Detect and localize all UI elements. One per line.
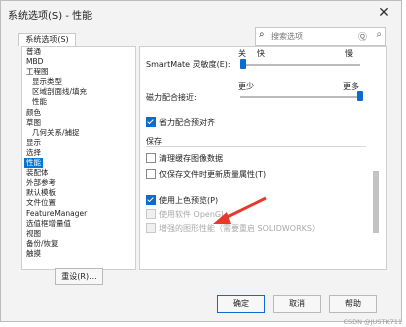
mate-slider[interactable] [240,96,360,98]
smartmate-slider[interactable] [240,64,360,66]
tree-item[interactable]: MBD [26,57,135,67]
tree-item[interactable]: 外部参考 [26,178,135,188]
tree-item[interactable]: 性能 [24,158,43,169]
help-button[interactable]: 帮助 [329,295,377,313]
save-quick-label: 省力配合预对齐 [159,118,215,127]
settings-scrollbar[interactable] [373,171,379,233]
title-bar: 系统选项(S) - 性能 ✕ [1,1,401,27]
opengl-checkbox [146,209,156,219]
smartmate-mid: 快 [257,49,265,58]
tree-item[interactable]: 颜色 [26,108,135,118]
window-title: 系统选项(S) - 性能 [8,11,93,22]
tree-item[interactable]: 视图 [26,229,135,239]
tab-system-options[interactable]: 系统选项(S) [18,33,76,46]
mate-min: 更少 [238,82,254,91]
settings-panel: SmartMate 灵敏度(E): 关 快 慢 磁力配合接近: 更少 更多 省力… [139,46,387,270]
tree-item[interactable]: 触摸 [26,249,135,259]
enhanced-checkbox [146,223,156,233]
category-tree: 普通 MBD 工程图 显示类型 区域剖面线/填充 性能 颜色 草图 几何关系/捕捉 显示 选择 性能装… [21,46,136,270]
smartmate-label: SmartMate 灵敏度(E): [146,60,231,69]
upper-color-checkbox[interactable] [146,195,156,205]
watermark: CSDN @JUSTK711 [343,318,402,326]
tree-item[interactable]: 选择 [26,148,135,158]
mate-label: 磁力配合接近: [146,93,197,102]
tree-item[interactable]: 备份/恢复 [26,239,135,249]
annotation-arrow-icon [213,196,267,224]
tree-item[interactable]: 性能 [26,97,135,107]
tree-item[interactable]: 区域剖面线/填充 [26,87,135,97]
tree-item[interactable]: 选值框增量值 [26,219,135,229]
tree-item[interactable]: 装配体 [26,168,135,178]
tree-item[interactable]: 普通 [26,47,135,57]
system-options-dialog: 系统选项(S) - 性能 ✕ 系统选项(S) ⌕ 搜索选项 Ⓠ ⌕ 普通 MBD 工… [0,0,402,322]
section-divider [146,146,366,147]
upper-color-label: 使用上色预览(P) [159,196,219,205]
search-icon: ⌕ [259,29,265,40]
save-only-checkbox[interactable] [146,169,156,179]
tree-item[interactable]: 工程图 [26,67,135,77]
smartmate-slider-thumb[interactable] [240,59,246,69]
clear-cache-checkbox[interactable] [146,153,156,163]
tree-item[interactable]: FeatureManager [26,209,135,219]
tree-item[interactable]: 几何关系/捕捉 [26,128,135,138]
search-scope-icon[interactable]: Ⓠ [358,30,367,43]
save-quick-checkbox[interactable] [146,117,156,127]
save-only-label: 仅保存文件时更新质量属性(T) [159,170,267,179]
tree-item[interactable]: 显示 [26,138,135,148]
smartmate-max: 慢 [345,49,353,58]
search-go-icon[interactable]: ⌕ [376,29,382,40]
reset-button[interactable]: 重设(R)... [55,268,103,285]
search-placeholder: 搜索选项 [271,32,303,41]
close-icon[interactable]: ✕ [373,3,395,23]
tree-item[interactable]: 显示类型 [26,77,135,87]
ok-button[interactable]: 确定 [217,295,265,313]
mate-slider-thumb[interactable] [357,91,363,101]
search-box[interactable]: ⌕ 搜索选项 Ⓠ ⌕ [255,27,386,46]
tree-item[interactable]: 草图 [26,118,135,128]
cancel-button[interactable]: 取消 [273,295,321,313]
tree-item[interactable]: 默认模板 [26,188,135,198]
clear-cache-label: 清理缓存图像数据 [159,154,223,163]
smartmate-min: 关 [238,49,246,58]
tree-item[interactable]: 文件位置 [26,198,135,208]
